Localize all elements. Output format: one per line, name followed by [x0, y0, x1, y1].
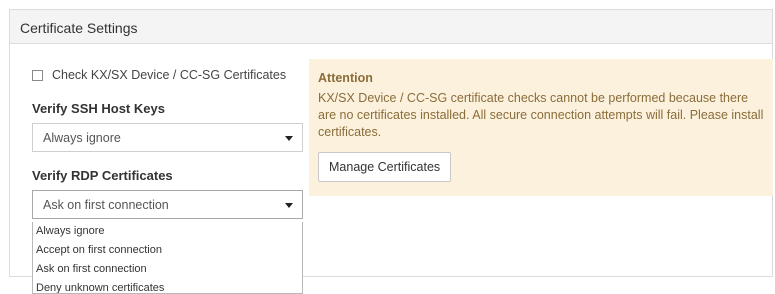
ssh-host-keys-value: Always ignore — [43, 131, 121, 145]
manage-certificates-button[interactable]: Manage Certificates — [318, 152, 452, 182]
chevron-down-icon — [285, 136, 293, 141]
dropdown-option[interactable]: Ask on first connection — [33, 260, 302, 279]
rdp-certificates-select[interactable]: Ask on first connection — [32, 190, 303, 219]
chevron-down-icon — [285, 203, 293, 208]
panel-title: Certificate Settings — [10, 10, 772, 44]
ssh-host-keys-select[interactable]: Always ignore — [32, 123, 303, 152]
ssh-host-keys-label: Verify SSH Host Keys — [32, 101, 165, 116]
dropdown-option[interactable]: Accept on first connection — [33, 241, 302, 260]
attention-alert: Attention KX/SX Device / CC-SG certifica… — [309, 59, 773, 196]
attention-title: Attention — [318, 71, 373, 85]
rdp-certificates-options: Always ignore Accept on first connection… — [32, 222, 303, 294]
rdp-certificates-label: Verify RDP Certificates — [32, 168, 173, 183]
check-certificates-label: Check KX/SX Device / CC-SG Certificates — [52, 68, 287, 82]
attention-message: KX/SX Device / CC-SG certificate checks … — [318, 91, 764, 139]
check-certificates-option[interactable]: Check KX/SX Device / CC-SG Certificates — [32, 68, 286, 82]
dropdown-option[interactable]: Always ignore — [33, 222, 302, 241]
rdp-certificates-value: Ask on first connection — [43, 198, 169, 212]
check-certificates-checkbox[interactable] — [32, 69, 43, 81]
dropdown-option[interactable]: Deny unknown certificates — [33, 279, 302, 293]
